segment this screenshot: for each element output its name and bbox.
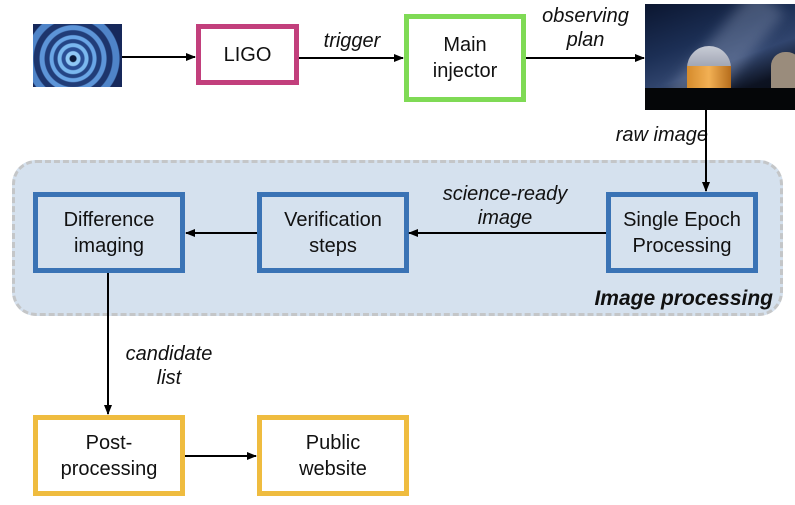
edge-arrows: [104, 53, 710, 460]
